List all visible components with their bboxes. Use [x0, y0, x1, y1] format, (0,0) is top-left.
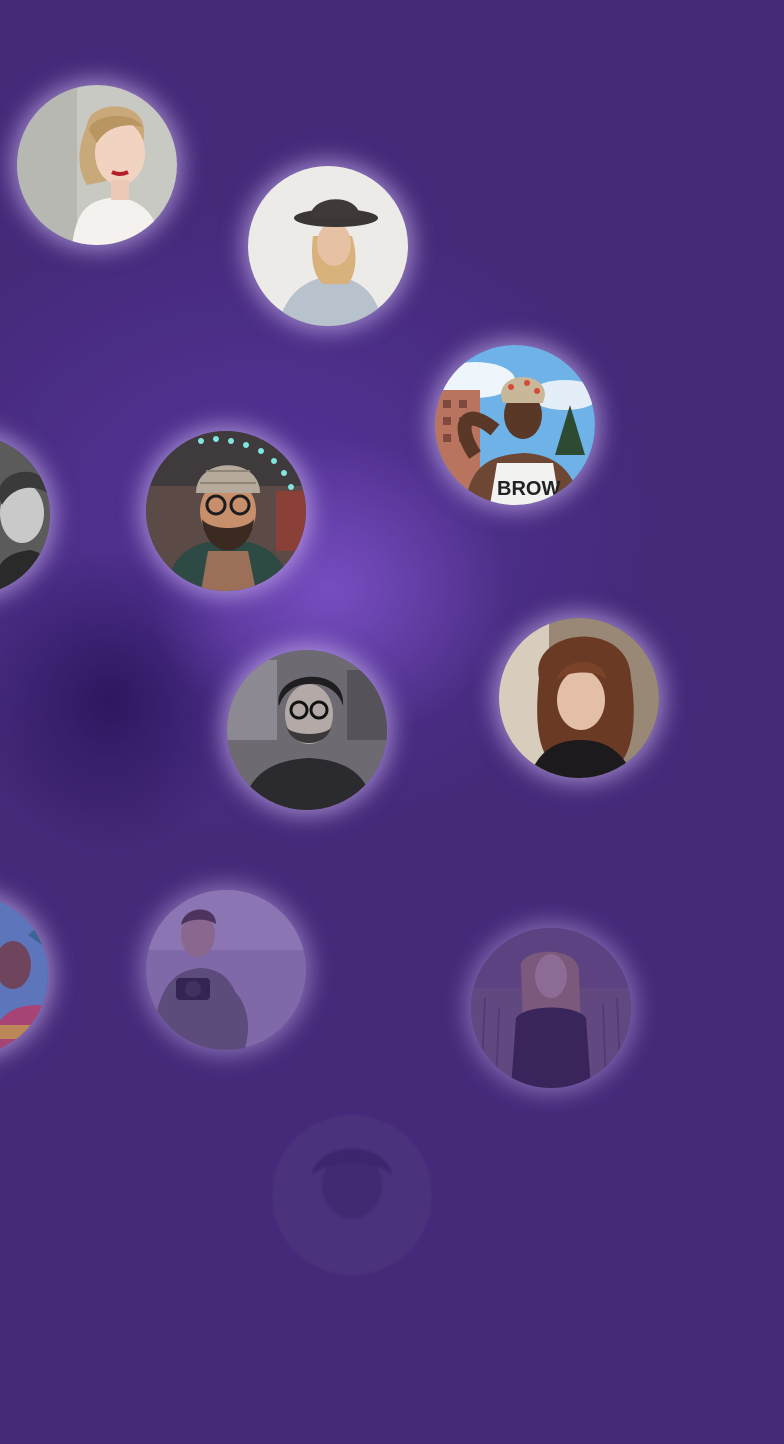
man-glasses-avatar[interactable]	[227, 650, 387, 810]
man-cap-avatar-image: BROW	[435, 345, 595, 505]
faded-avatar-image	[272, 1115, 432, 1275]
man-bw-avatar[interactable]	[0, 435, 50, 595]
man-glasses-avatar-image	[227, 650, 387, 810]
avatar-cloud-background: BROW	[0, 0, 784, 1444]
bearded-man-beanie-avatar[interactable]	[146, 431, 306, 591]
woman-curly-hair-avatar-image	[499, 618, 659, 778]
person-colorful-avatar[interactable]	[0, 895, 48, 1055]
woman-blonde-avatar[interactable]	[17, 85, 177, 245]
avatar-tint	[146, 890, 306, 1050]
avatar-tint	[0, 895, 48, 1055]
woman-hat-avatar[interactable]	[248, 166, 408, 326]
avatar-tint	[471, 928, 631, 1088]
woman-field-avatar[interactable]	[471, 928, 631, 1088]
man-camera-avatar[interactable]	[146, 890, 306, 1050]
woman-hat-avatar-image	[248, 166, 408, 326]
man-bw-avatar-image	[0, 435, 50, 595]
svg-text:BROW: BROW	[497, 478, 560, 500]
bearded-man-beanie-avatar-image	[146, 431, 306, 591]
woman-curly-hair-avatar[interactable]	[499, 618, 659, 778]
faded-avatar[interactable]	[272, 1115, 432, 1275]
woman-blonde-avatar-image	[17, 85, 177, 245]
man-cap-avatar[interactable]: BROW	[435, 345, 595, 505]
